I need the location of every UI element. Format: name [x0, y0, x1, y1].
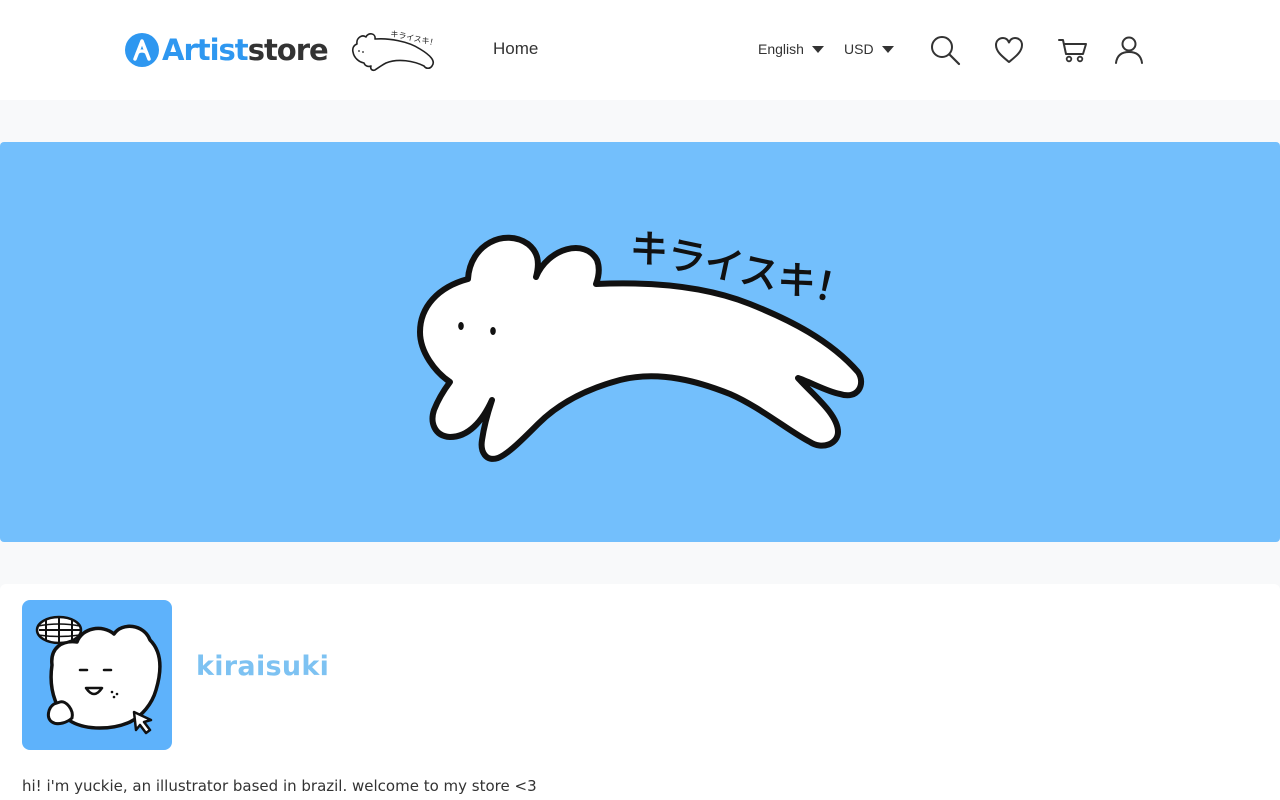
heart-icon[interactable]: [993, 34, 1025, 66]
store-banner: キライスキ！: [0, 142, 1280, 542]
banner-bunny-illustration: キライスキ！: [417, 224, 865, 462]
artiststore-logo[interactable]: Artiststore: [124, 32, 329, 68]
avatar-bunny-illustration: [35, 615, 162, 735]
language-selector-value: English: [758, 41, 804, 57]
currency-selector[interactable]: USD: [844, 41, 894, 57]
search-icon[interactable]: [929, 34, 961, 66]
currency-selector-value: USD: [844, 41, 874, 57]
store-logo-bunny[interactable]: キライスキ！: [348, 24, 438, 76]
store-avatar: [22, 600, 172, 750]
cart-icon[interactable]: [1057, 34, 1089, 66]
user-icon[interactable]: [1113, 34, 1145, 66]
store-name: kiraisuki: [196, 651, 330, 682]
logo-wordmark-store: store: [247, 33, 329, 67]
store-bio: hi! i'm yuckie, an illustrator based in …: [22, 777, 537, 795]
chevron-down-icon: [811, 45, 824, 53]
logo-wordmark: Artiststore: [162, 32, 329, 68]
site-header: Artiststore キライスキ！ Home English USD: [0, 0, 1280, 100]
artiststore-logo-icon: [125, 33, 159, 67]
store-profile: kiraisuki hi! i'm yuckie, an illustrator…: [0, 584, 1280, 800]
language-selector[interactable]: English: [758, 41, 824, 57]
chevron-down-icon: [881, 45, 894, 53]
nav-home-link[interactable]: Home: [493, 39, 538, 59]
logo-wordmark-artist: Artist: [162, 33, 249, 67]
